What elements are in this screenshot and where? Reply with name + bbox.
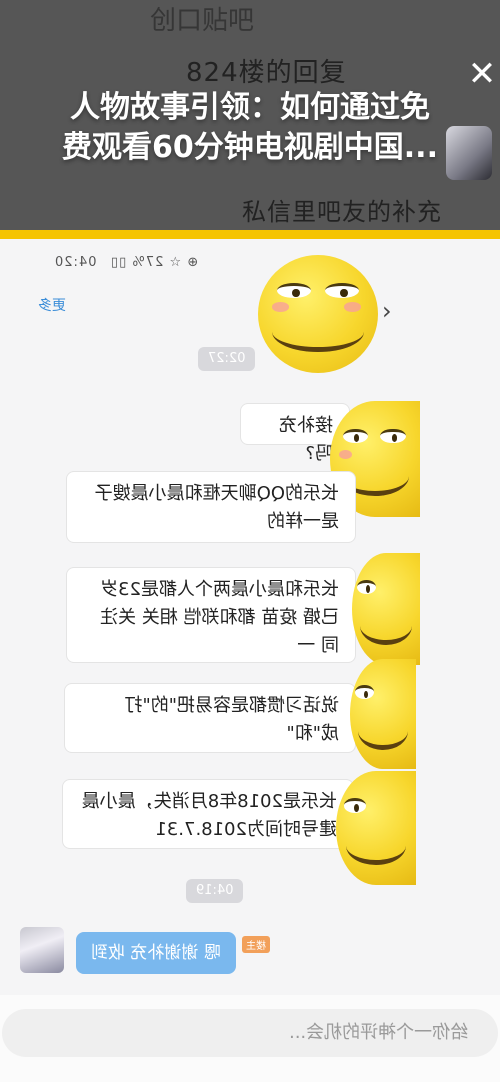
reply-bubble: 嗯 谢谢补充 收到 — [76, 932, 236, 974]
message-bubble: 长乐是2018年8月消失，晨小晨建号时间为2018.7.31 — [62, 779, 354, 849]
private-note: 私信里吧友的补充 — [242, 198, 442, 226]
message-bubble: 长乐和晨小晨两个人都是23岁 已婚 疫苗 都和郑恺 相关 关注同 一 — [66, 567, 356, 663]
status-indicators: ⊕ ☆ 27% ▯▯ — [110, 255, 199, 270]
message-bubble: 长乐的QQ聊天框和晨小晨嫂子是一样的 — [66, 471, 356, 543]
timestamp: 02:27 — [198, 347, 256, 371]
smirk-emoji-icon — [350, 659, 416, 769]
timestamp: 04:19 — [186, 879, 244, 903]
smirk-emoji-icon — [258, 255, 378, 373]
smirk-emoji-icon — [336, 771, 416, 885]
chat-screenshot: 04:20 ⊕ ☆ 27% ▯▯ 更多 › 02:27 接补充吗? 长乐的QQ聊… — [0, 239, 500, 1082]
reply-header: 创口贴吧 824楼的回复 私信里吧友的补充 ✕ 人物故事引领：如何通过免 费观看… — [0, 0, 500, 230]
overlay-title-line2: 费观看60分钟电视剧中国... — [62, 130, 438, 165]
overlay-title-line1: 人物故事引领：如何通过免 — [70, 90, 430, 125]
comment-input[interactable]: 给你一个神评的机会... — [2, 1009, 498, 1057]
status-badge: 楼主 — [242, 936, 270, 953]
comment-bar: 给你一个神评的机会... — [0, 995, 500, 1082]
overlay-title: 人物故事引领：如何通过免 费观看60分钟电视剧中国... — [0, 88, 500, 168]
avatar[interactable] — [20, 927, 64, 973]
status-time: 04:20 — [54, 255, 97, 270]
reply-title: 824楼的回复 — [186, 58, 347, 88]
divider — [0, 230, 500, 239]
forum-name: 创口贴吧 — [150, 6, 255, 36]
chevron-right-icon[interactable]: › — [382, 297, 392, 325]
more-link[interactable]: 更多 — [38, 295, 66, 315]
message-bubble: 说话习惯都是容易把"的"打成"和" — [64, 683, 356, 753]
close-icon[interactable]: ✕ — [464, 56, 500, 92]
smirk-emoji-icon — [352, 553, 420, 665]
